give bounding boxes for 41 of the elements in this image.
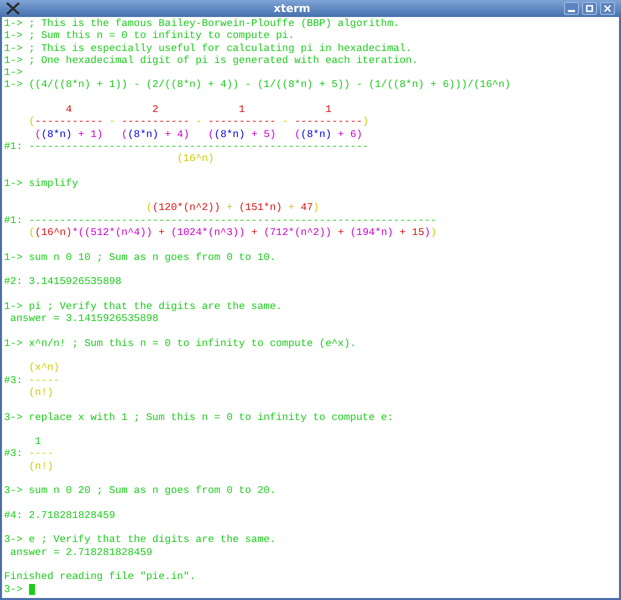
terminal-line: (16^n) [176, 153, 214, 166]
terminal-line: #3: ----- [4, 374, 60, 387]
terminal-line: answer = 3.1415926535898 [9, 313, 158, 326]
terminal-line: Finished reading file "pie.in". [4, 571, 196, 584]
terminal-line: 1-> ; This is especially useful for calculating pi in hexadecimal. [4, 42, 412, 55]
terminal-line: ((16^n)*((512*(n^4)) + (1024*(n^3)) + (712*(n^2)) + (194*n) + 15)) [28, 227, 437, 240]
terminal-line: 1-> sum n 0 10 ; Sum as n goes from 0 to 10. [4, 252, 276, 264]
terminal-line: (x^n) [28, 362, 60, 375]
maximize-button[interactable] [582, 2, 597, 15]
terminal-line: 1-> ; Sum this n = 0 to infinity to compute pi. [4, 30, 294, 43]
maximize-icon [586, 5, 593, 12]
terminal-line: 1-> [4, 67, 23, 80]
terminal-line: #1: ------------------------------------------------------- [4, 140, 369, 154]
terminal-line: #1: ------------------------------------------------------------------ [4, 214, 437, 228]
terminal-line: 1-> ; This is the famous Bailey-Borwein-Plouffe (BBP) algorithm. [4, 18, 400, 30]
terminal-line: 1-> ((4/((8*n) + 1)) - (2/((8*n) + 4)) - (1/((8*n) + 5)) - (1/((8*n) + 6)))/(16^n) [4, 79, 511, 92]
terminal-line: 3-> replace x with 1 ; Sum this n = 0 to infinity to compute e: [4, 412, 394, 424]
window-title: xterm [274, 2, 310, 15]
terminal-line: 3-> [4, 584, 24, 596]
terminal-line: #2: 3.1415926535898 [4, 276, 122, 289]
terminal-line: 1-> ; One hexadecimal digit of pi is generated with each iteration. [4, 54, 418, 68]
terminal-line: answer = 2.718281828459 [9, 546, 152, 560]
terminal-line: #3: ---- [4, 448, 54, 461]
terminal-line: ((120*(n^2)) + (151*n) + 47) [145, 202, 320, 215]
terminal-line: (n!) [28, 386, 54, 400]
terminal-line: (n!) [28, 460, 54, 473]
terminal-line: 3-> e ; Verify that the digits are the same. [4, 534, 276, 547]
minimize-button[interactable] [564, 2, 579, 15]
terminal-line: 4 2 1 1 [64, 104, 332, 116]
terminal-line: 1 [34, 436, 42, 448]
terminal-line: #4: 2.718281828459 [4, 510, 116, 522]
minimize-icon [568, 10, 575, 12]
x-logo-icon [6, 2, 20, 15]
terminal-line: 1-> simplify [4, 178, 78, 190]
close-button[interactable] [600, 2, 615, 15]
terminal-line: 1-> x^n/n! ; Sum this n = 0 to infinity to compute (e^x). [4, 338, 356, 350]
close-icon [604, 5, 611, 12]
terminal-line: 3-> sum n 0 20 ; Sum as n goes from 0 to 20. [4, 485, 276, 498]
terminal-line: (----------- - ----------- - ----------- - -----------) [28, 116, 369, 129]
terminal-line: 1-> pi ; Verify that the digits are the same. [4, 300, 282, 314]
terminal-line: ((8*n) + 1) ((8*n) + 4) ((8*n) + 5) ((8*n) + 6) [34, 128, 362, 141]
